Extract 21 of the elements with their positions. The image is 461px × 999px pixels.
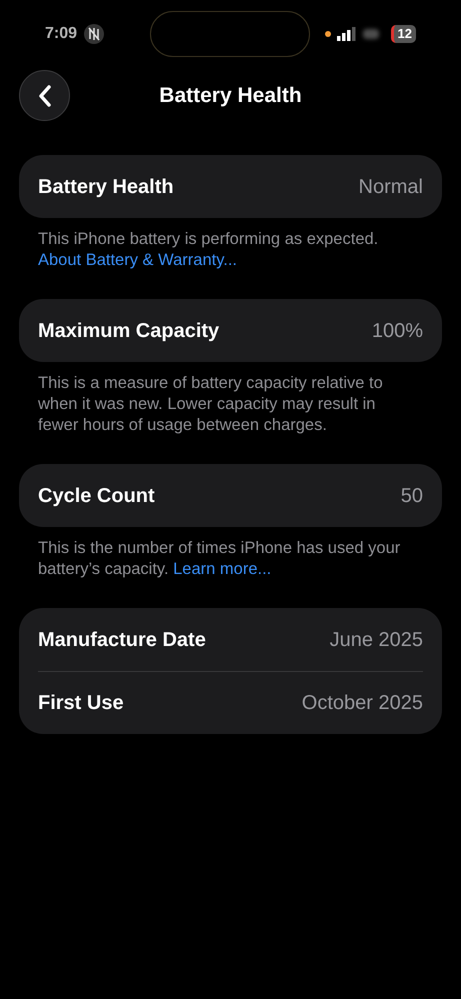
back-button[interactable] xyxy=(19,70,70,121)
battery-icon: 12 xyxy=(390,25,416,43)
section-footer: This is the number of times iPhone has used your battery’s capacity. Learn more... xyxy=(19,538,442,580)
row-label: Manufacture Date xyxy=(38,628,206,652)
row-value: Normal xyxy=(358,174,423,200)
row-label: Maximum Capacity xyxy=(38,318,220,344)
row-value: 100% xyxy=(372,318,423,344)
row-value: 50 xyxy=(400,484,423,508)
row-label: First Use xyxy=(38,691,124,716)
signal-icon xyxy=(336,27,357,41)
row-label: Battery Health xyxy=(38,174,174,200)
footer-link[interactable]: Learn more... xyxy=(173,560,272,578)
row-value: June 2025 xyxy=(330,628,423,652)
status-time: 7:09 xyxy=(45,24,78,44)
page-title: Battery Health xyxy=(158,82,303,109)
section-footer: This is a measure of battery capacity relative to when it was new. Lower capacity may result in fewer hours of usage between charges. xyxy=(19,373,442,436)
chevron-left-icon xyxy=(38,84,52,106)
section-footer: This iPhone battery is performing as expected. About Battery & Warranty... xyxy=(19,229,442,271)
row-value: October 2025 xyxy=(302,691,423,716)
row-label: Cycle Count xyxy=(38,484,155,508)
footer-link[interactable]: About Battery & Warranty... xyxy=(38,251,237,269)
